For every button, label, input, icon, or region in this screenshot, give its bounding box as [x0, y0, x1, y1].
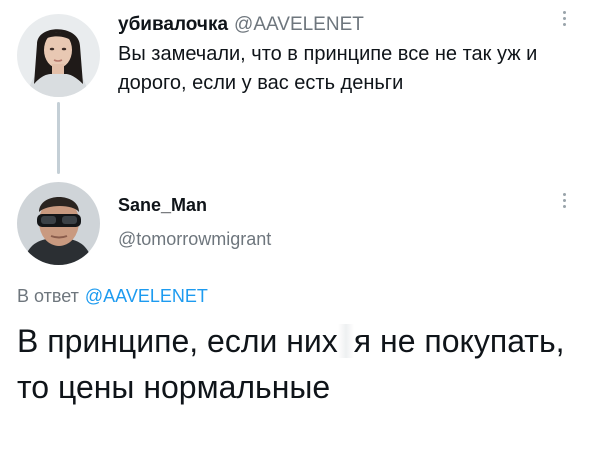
avatar-sane-man[interactable] [17, 182, 100, 265]
censor-blur [337, 324, 354, 358]
more-vertical-icon[interactable] [561, 11, 567, 26]
tweet2-text-part1: В принципе, если них [17, 323, 338, 359]
tweet1-display-name[interactable]: убивалочка [118, 14, 228, 35]
tweet1-header: убивалочка @AAVELENET [118, 14, 364, 36]
tweet2-text: В принципе, если них я не покупать, то це… [17, 318, 577, 410]
avatar-ubivalochka[interactable] [17, 14, 100, 97]
thread-connector-line [57, 102, 60, 174]
reply-mention-link[interactable]: @AAVELENET [85, 286, 208, 306]
tweet1-handle[interactable]: @AAVELENET [234, 14, 364, 35]
tweet2-handle[interactable]: @tomorrowmigrant [118, 229, 271, 250]
reply-prefix: В ответ [17, 286, 79, 306]
tweet2-display-name[interactable]: Sane_Man [118, 195, 207, 216]
reply-to-line: В ответ @AAVELENET [17, 286, 208, 307]
tweet1-text: Вы замечали, что в принципе все не так у… [118, 43, 538, 94]
more-vertical-icon[interactable] [561, 193, 567, 208]
